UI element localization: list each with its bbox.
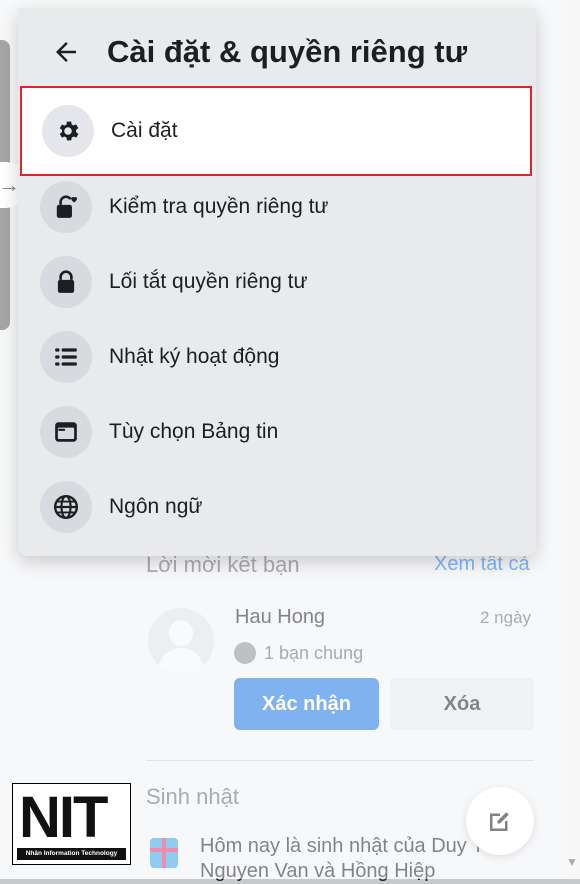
back-arrow-icon xyxy=(56,42,76,62)
menu-item-label: Cài đặt xyxy=(111,119,178,142)
list-icon xyxy=(40,331,92,383)
nit-watermark-logo: NIT Nhân Information Technology xyxy=(12,783,131,865)
menu-item-privacy-checkup[interactable]: Kiểm tra quyền riêng tư xyxy=(18,172,536,244)
settings-privacy-menu: Cài đặt & quyền riêng tư Cài đặt Kiểm tr… xyxy=(18,8,536,556)
lock-icon xyxy=(40,256,92,308)
menu-item-label: Tùy chọn Bảng tin xyxy=(109,420,279,443)
menu-item-label: Nhật ký hoạt động xyxy=(109,345,280,368)
logo-letters: NIT xyxy=(19,785,108,850)
feed-icon xyxy=(40,406,92,458)
menu-item-activity-log[interactable]: Nhật ký hoạt động xyxy=(18,322,536,394)
page-title: Cài đặt & quyền riêng tư xyxy=(107,34,468,69)
globe-icon xyxy=(40,481,92,533)
menu-item-label: Lối tắt quyền riêng tư xyxy=(109,270,308,293)
back-button[interactable] xyxy=(48,34,84,70)
menu-header: Cài đặt & quyền riêng tư xyxy=(18,8,536,88)
logo-caption: Nhân Information Technology xyxy=(17,848,126,860)
lock-heart-icon xyxy=(40,181,92,233)
gear-icon xyxy=(42,105,94,157)
menu-item-label: Kiểm tra quyền riêng tư xyxy=(109,195,329,218)
menu-item-settings[interactable]: Cài đặt xyxy=(20,86,532,176)
menu-item-privacy-shortcuts[interactable]: Lối tắt quyền riêng tư xyxy=(18,247,536,319)
menu-item-label: Ngôn ngữ xyxy=(109,495,203,518)
menu-item-language[interactable]: Ngôn ngữ xyxy=(18,472,536,544)
menu-item-feed-preferences[interactable]: Tùy chọn Bảng tin xyxy=(18,397,536,469)
